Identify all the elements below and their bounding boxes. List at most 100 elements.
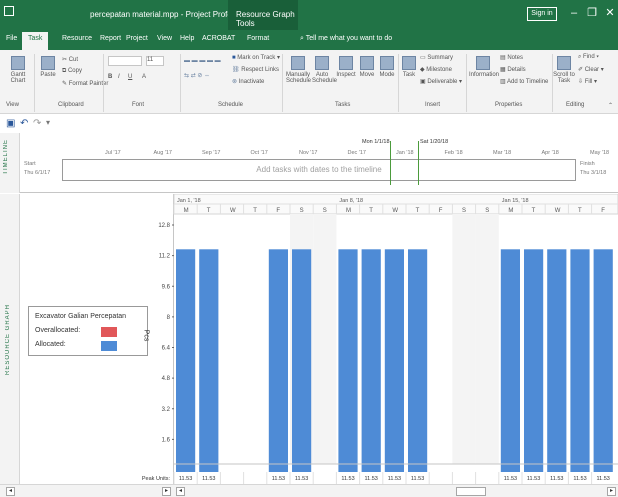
clear-button[interactable]: ✐ Clear ▾ [578, 66, 604, 73]
resource-graph-view: RESOURCE GRAPH Excavator Galian Percepat… [0, 194, 618, 484]
bar-allocated [292, 249, 312, 472]
move-button[interactable]: Move [358, 56, 376, 78]
scroll-to-task-button[interactable]: Scroll to Task [553, 56, 575, 84]
manually-schedule-button[interactable]: Manually Schedule [286, 56, 311, 84]
details-button[interactable]: ▦ Details [500, 66, 526, 73]
gantt-chart-button[interactable]: Gantt Chart [6, 56, 30, 84]
peak-units-value: 11.53 [272, 476, 285, 482]
group-label-insert: Insert [425, 102, 441, 108]
restore-button[interactable]: ❐ [585, 6, 599, 20]
fill-button[interactable]: ⇩ Fill ▾ [578, 78, 597, 85]
italic-button[interactable]: I [118, 74, 120, 80]
tell-me-box[interactable]: ⌕ Tell me what you want to do [300, 35, 392, 43]
bar-allocated [384, 249, 404, 472]
y-tick-label: 4.8 [162, 376, 171, 382]
find-button[interactable]: ⌕ Find ▾ [578, 54, 599, 61]
collapse-ribbon-icon[interactable]: ⌃ [608, 102, 613, 109]
tab-acrobat[interactable]: ACROBAT [202, 35, 235, 42]
save-icon[interactable]: ▣ [6, 118, 15, 129]
summary-button[interactable]: ▭ Summary [420, 54, 453, 61]
title-bar: percepatan material.mpp - Project Profes… [0, 0, 618, 30]
chart-scroll-left-icon[interactable]: ◂ [176, 487, 185, 496]
tab-format[interactable]: Format [247, 35, 269, 42]
inactivate-button[interactable]: ⊗ Inactivate [232, 78, 264, 85]
font-size-select[interactable]: 11 [146, 56, 164, 66]
paste-button[interactable]: Paste [38, 56, 58, 78]
add-to-timeline-button[interactable]: ▥ Add to Timeline [500, 78, 548, 85]
peak-units-value: 11.53 [295, 476, 308, 482]
timescale-day-label: S [462, 208, 466, 214]
y-tick-label: 3.2 [162, 407, 171, 413]
close-button[interactable]: ✕ [603, 6, 617, 20]
timeline-month-label: May '18 [590, 150, 610, 156]
group-separator [466, 54, 467, 112]
font-color-button[interactable]: A [142, 74, 146, 80]
tab-view[interactable]: View [157, 35, 172, 42]
group-label-clipboard: Clipboard [58, 102, 84, 108]
weekend-shade [475, 214, 499, 464]
copy-button[interactable]: ⧉ Copy [62, 68, 82, 75]
peak-units-value: 11.53 [365, 476, 378, 482]
bold-button[interactable]: B [108, 74, 112, 80]
timeline-view-end-marker[interactable] [418, 141, 419, 185]
undo-icon[interactable]: ↶ [20, 118, 28, 129]
bar-allocated [547, 249, 567, 472]
milestone-button[interactable]: ◆ Milestone [420, 66, 452, 73]
timescale-day-label: F [276, 208, 280, 214]
notes-button[interactable]: ▤ Notes [500, 54, 523, 61]
timeline-month-label: Sep '17 [202, 150, 221, 156]
information-button[interactable]: Information [469, 56, 499, 78]
peak-units-value: 11.53 [202, 476, 215, 482]
tab-resource[interactable]: Resource [62, 35, 92, 42]
scroll-left-icon[interactable]: ◂ [6, 487, 15, 496]
timeline-month-label: Oct '17 [250, 150, 268, 156]
bar-allocated [524, 249, 544, 472]
tab-report[interactable]: Report [100, 35, 121, 42]
tab-help[interactable]: Help [180, 35, 194, 42]
timeline-month-label: Aug '17 [153, 150, 172, 156]
percent-complete-buttons[interactable]: ▬ ▬ ▬ ▬ ▬ [184, 58, 221, 64]
link-tasks-buttons[interactable]: ⇆ ⇄ ⊘ ⇔ [184, 72, 210, 79]
mode-icon [380, 56, 394, 70]
chart-scroll-right-icon[interactable]: ▸ [607, 487, 616, 496]
timescale-day-label: S [485, 208, 489, 214]
bottom-scroll-bar: ◂ ▸ ◂ ▸ [0, 484, 618, 497]
tab-task[interactable]: Task [22, 32, 49, 50]
auto-schedule-button[interactable]: Auto Schedule [312, 56, 337, 84]
gantt-chart-icon [11, 56, 25, 70]
peak-units-value: 11.53 [388, 476, 401, 482]
weekend-shade [452, 214, 476, 464]
customize-qat-icon[interactable]: ▾ [46, 118, 50, 127]
minimize-button[interactable]: – [567, 6, 581, 20]
bar-allocated [338, 249, 358, 472]
task-button[interactable]: Task [401, 56, 417, 78]
group-separator [34, 54, 35, 112]
timeline-bar[interactable]: Add tasks with dates to the timeline [62, 159, 576, 181]
timeline-view-start-marker[interactable] [390, 141, 391, 185]
tab-project[interactable]: Project [126, 35, 148, 42]
format-painter-button[interactable]: ✎ Format Painter [62, 80, 108, 87]
timescale-day-label: T [369, 208, 373, 214]
mode-button[interactable]: Mode [378, 56, 396, 78]
scroll-right-icon[interactable]: ▸ [162, 487, 171, 496]
font-name-select[interactable] [108, 56, 142, 66]
timescale-day-label: T [532, 208, 536, 214]
resource-graph-chart: Jan 1, '18 Jan 8, '18 Jan 15, '18 M T W T F S S M T… [142, 194, 618, 484]
timeline-month-label: Jan '18 [396, 150, 414, 156]
y-tick-label: 11.2 [159, 254, 171, 260]
scroll-to-task-icon [557, 56, 571, 70]
redo-icon[interactable]: ↷ [33, 118, 41, 129]
horizontal-scroll-thumb[interactable] [456, 487, 486, 496]
inspect-button[interactable]: Inspect [336, 56, 356, 78]
deliverable-button[interactable]: ▣ Deliverable ▾ [420, 78, 462, 85]
cut-button[interactable]: ✂ Cut [62, 56, 78, 63]
sign-in-button[interactable]: Sign in [527, 7, 557, 21]
tab-file[interactable]: File [6, 35, 17, 42]
timescale-day-label: M [346, 208, 351, 214]
bar-allocated [593, 249, 613, 472]
paste-icon [41, 56, 55, 70]
respect-links-button[interactable]: ⛓ Respect Links [232, 66, 279, 73]
timeline-month-label: Feb '18 [444, 150, 463, 156]
underline-button[interactable]: U [128, 74, 132, 80]
mark-on-track-button[interactable]: ■ Mark on Track ▾ [232, 54, 280, 61]
